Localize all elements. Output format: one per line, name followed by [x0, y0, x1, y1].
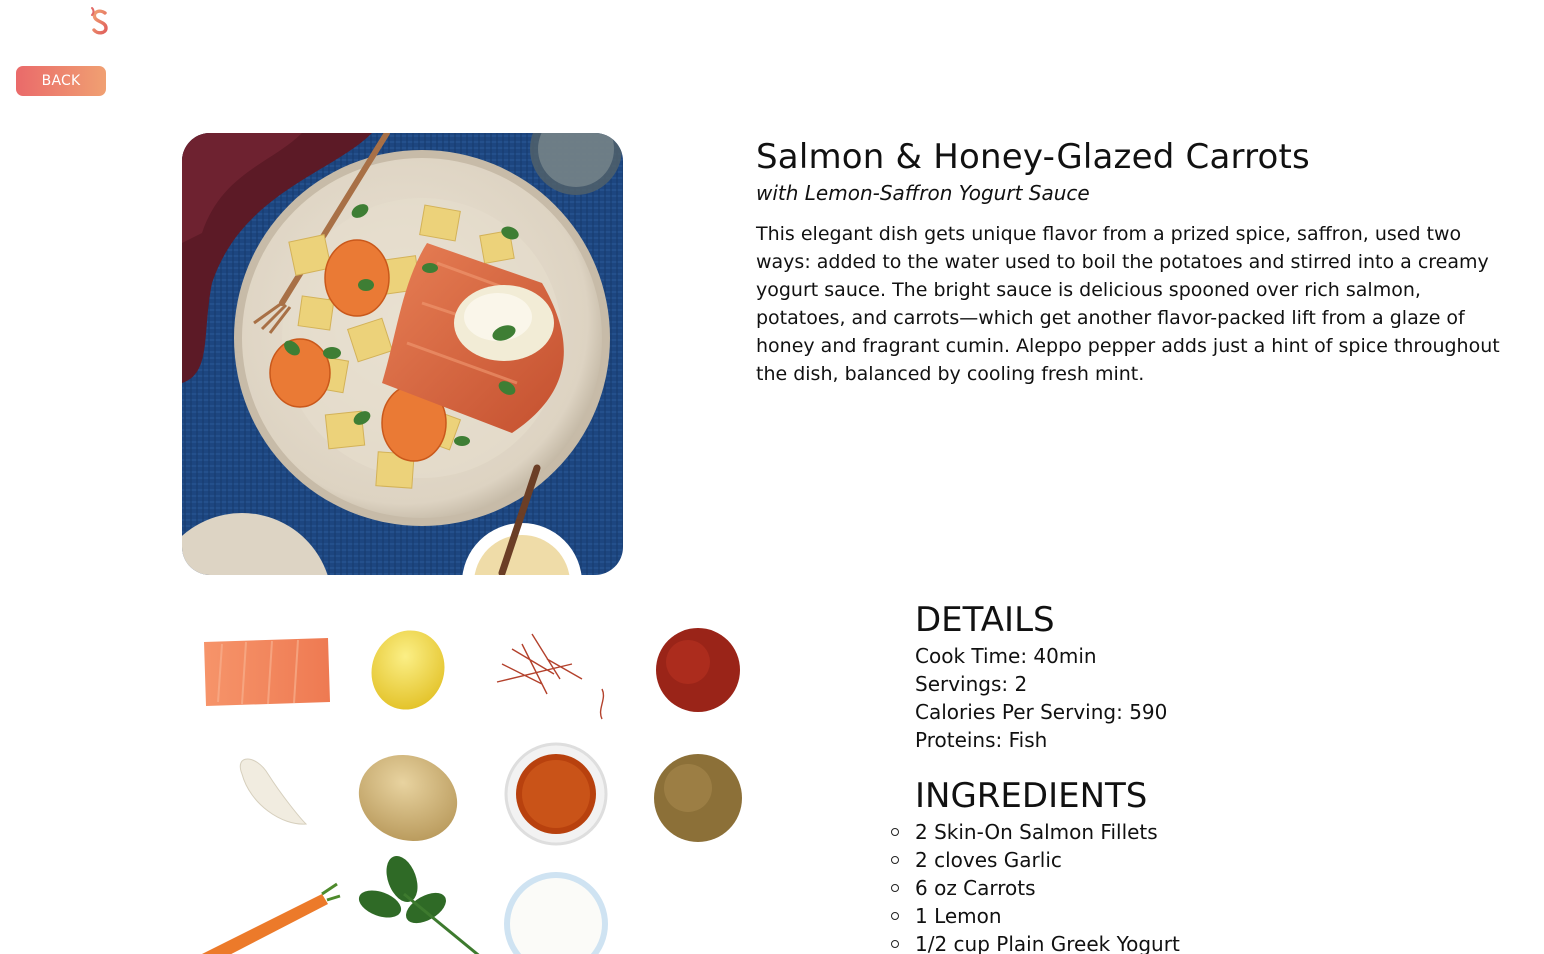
ingredient-text: 1/2 cup Plain Greek Yogurt — [915, 932, 1180, 954]
list-item: 6 oz Carrots — [889, 874, 1489, 902]
recipe-subtitle: with Lemon-Saffron Yogurt Sauce — [756, 181, 1090, 205]
saffron-ingredient — [496, 633, 605, 720]
cook-time: Cook Time: 40min — [915, 644, 1097, 668]
ingredients-heading: INGREDIENTS — [915, 776, 1148, 816]
proteins: Proteins: Fish — [915, 728, 1048, 752]
back-button[interactable]: BACK — [16, 66, 106, 96]
salmon-ingredient — [204, 638, 330, 706]
list-item: 1/2 cup Plain Greek Yogurt — [889, 930, 1489, 954]
bullet-icon — [891, 856, 899, 864]
aleppo-pepper-ingredient — [656, 628, 740, 712]
ingredient-text: 2 cloves Garlic — [915, 848, 1062, 872]
bullet-icon — [891, 912, 899, 920]
cumin-ingredient — [654, 754, 742, 842]
yogurt-ingredient — [504, 872, 608, 954]
servings: Servings: 2 — [915, 672, 1028, 696]
recipe-page: BACK Salmon & Honey-Glazed Carrots with … — [0, 0, 1544, 954]
ingredient-text: 2 Skin-On Salmon Fillets — [915, 820, 1158, 844]
recipe-hero-image — [182, 133, 623, 575]
calories-per-serving: Calories Per Serving: 590 — [915, 700, 1168, 724]
bullet-icon — [891, 828, 899, 836]
bullet-icon — [891, 940, 899, 948]
carrot-ingredient — [202, 882, 341, 954]
ingredient-text: 6 oz Carrots — [915, 876, 1036, 900]
honey-ingredient — [504, 742, 608, 846]
recipe-title: Salmon & Honey-Glazed Carrots — [756, 137, 1310, 177]
recipe-details: DETAILS Cook Time: 40min Servings: 2 Cal… — [891, 598, 1515, 954]
ingredients-list: 2 Skin-On Salmon Fillets 2 cloves Garlic… — [889, 818, 1489, 954]
lemon-ingredient — [371, 630, 445, 710]
bullet-icon — [891, 884, 899, 892]
garlic-ingredient — [239, 758, 308, 825]
list-item: 2 Skin-On Salmon Fillets — [889, 818, 1489, 846]
recipe-description: This elegant dish gets unique flavor fro… — [756, 223, 1500, 385]
mint-ingredient — [358, 855, 480, 954]
list-item: 2 cloves Garlic — [889, 846, 1489, 874]
list-item: 1 Lemon — [889, 902, 1489, 930]
ingredients-photo — [182, 604, 782, 954]
sprig-logo-icon[interactable] — [84, 4, 114, 38]
potato-ingredient — [358, 754, 458, 842]
ingredient-text: 1 Lemon — [915, 904, 1002, 928]
recipe-header: Salmon & Honey-Glazed Carrots with Lemon… — [756, 136, 1516, 388]
details-heading: DETAILS — [915, 600, 1055, 640]
